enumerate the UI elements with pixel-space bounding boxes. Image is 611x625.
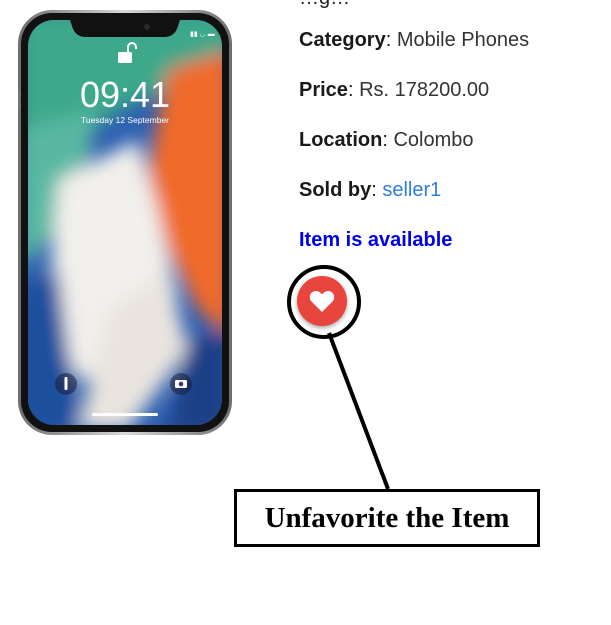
product-title-partial: …g…: [299, 0, 350, 10]
detail-value: Colombo: [393, 129, 474, 151]
detail-sold-by: Sold by: seller1: [299, 179, 442, 201]
detail-label: Sold by: [299, 179, 372, 201]
phone-image: ▮▮ ◡ ▬ 09:41 Tuesday 12 September: [17, 10, 233, 435]
detail-location: Location: Colombo: [299, 129, 474, 151]
product-image: ▮▮ ◡ ▬ 09:41 Tuesday 12 September: [17, 10, 233, 435]
availability-status: Item is available: [299, 229, 453, 251]
detail-value: Mobile Phones: [396, 29, 530, 51]
detail-category: Category: Mobile Phones: [299, 29, 530, 51]
detail-label: Price: [299, 79, 348, 101]
detail-value: Rs. 178200.00: [359, 79, 490, 101]
detail-label: Category: [299, 29, 386, 51]
detail-label: Location: [299, 129, 383, 151]
annotation-label: Unfavorite the Item: [234, 489, 540, 547]
lockscreen-date: Tuesday 12 September: [81, 115, 169, 125]
heart-icon: [309, 290, 335, 312]
detail-price: Price: Rs. 178200.00: [299, 79, 490, 101]
svg-text:▮▮ ◡ ▬: ▮▮ ◡ ▬: [190, 31, 215, 38]
seller-link[interactable]: seller1: [382, 179, 441, 201]
unfavorite-button[interactable]: [297, 276, 347, 326]
lockscreen-time: 09:41: [80, 74, 170, 115]
